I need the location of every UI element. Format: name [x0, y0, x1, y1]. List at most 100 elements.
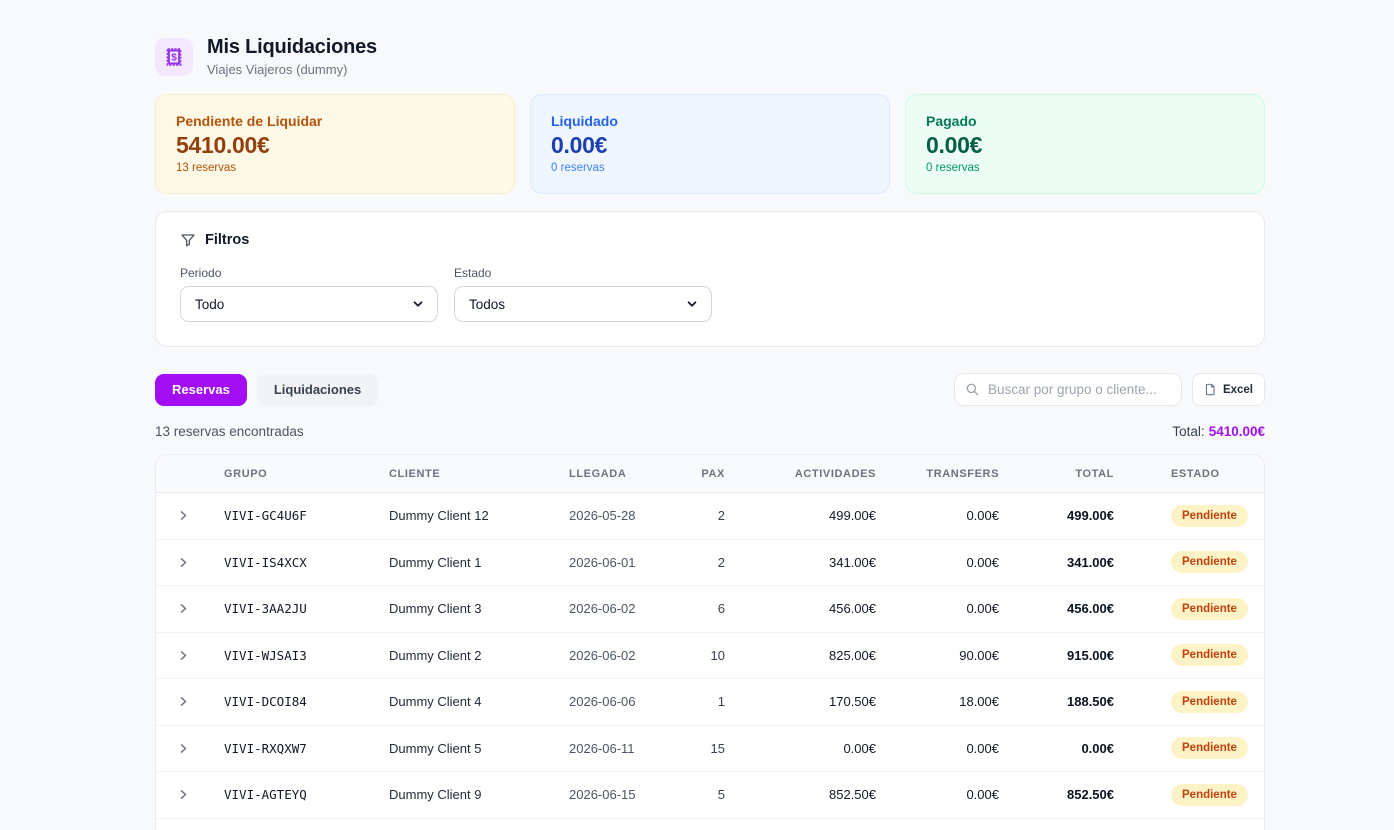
cliente-cell: Dummy Client 4 [389, 694, 569, 709]
grupo-cell: VIVI-GC4U6F [204, 508, 389, 523]
search-box[interactable] [954, 373, 1182, 406]
estado-cell: Pendiente [1114, 644, 1265, 666]
table-row[interactable]: VIVI-IS4XCX Dummy Client 1 2026-06-01 2 … [156, 540, 1264, 587]
expand-row-button[interactable] [170, 689, 196, 715]
filters-panel: Filtros Periodo Todo Estado Todos [155, 211, 1265, 347]
svg-text:$: $ [171, 52, 177, 63]
total-cell: 341.00€ [999, 555, 1114, 570]
expand-cell [156, 642, 204, 668]
expand-cell [156, 549, 204, 575]
pax-cell: 2 [679, 508, 725, 523]
cliente-cell: Dummy Client 2 [389, 648, 569, 663]
chevron-down-icon [685, 297, 699, 311]
results-count: 13 reservas encontradas [155, 424, 304, 439]
llegada-cell: 2026-05-28 [569, 508, 679, 523]
cliente-cell: Dummy Client 9 [389, 787, 569, 802]
status-badge: Pendiente [1171, 784, 1248, 806]
search-input[interactable] [988, 382, 1171, 397]
expand-row-button[interactable] [170, 596, 196, 622]
periodo-filter-group: Periodo Todo [180, 266, 438, 322]
card-liquidado-value: 0.00€ [551, 132, 869, 159]
actividades-cell: 341.00€ [725, 555, 876, 570]
total-cell: 852.50€ [999, 787, 1114, 802]
total-cell: 188.50€ [999, 694, 1114, 709]
total-cell: 456.00€ [999, 601, 1114, 616]
llegada-cell: 2026-06-11 [569, 741, 679, 756]
transfers-cell: 0.00€ [876, 601, 999, 616]
filters-title: Filtros [205, 232, 249, 248]
table-row[interactable]: VIVI-AGTEYQ Dummy Client 9 2026-06-15 5 … [156, 772, 1264, 819]
llegada-cell: 2026-06-02 [569, 601, 679, 616]
periodo-select-value: Todo [195, 297, 224, 312]
estado-select[interactable]: Todos [454, 286, 712, 322]
grupo-cell: VIVI-RXQXW7 [204, 741, 389, 756]
card-liquidado: Liquidado 0.00€ 0 reservas [530, 94, 890, 194]
column-header-actividades: ACTIVIDADES [725, 468, 876, 480]
card-pendiente-label: Pendiente de Liquidar [176, 113, 494, 129]
periodo-select[interactable]: Todo [180, 286, 438, 322]
total-value: 5410.00€ [1209, 424, 1265, 439]
chevron-down-icon [411, 297, 425, 311]
expand-row-button[interactable] [170, 549, 196, 575]
table-row[interactable]: VIVI-GC4U6F Dummy Client 12 2026-05-28 2… [156, 493, 1264, 540]
grupo-cell: VIVI-IS4XCX [204, 555, 389, 570]
actividades-cell: 456.00€ [725, 601, 876, 616]
llegada-cell: 2026-06-01 [569, 555, 679, 570]
expand-cell [156, 735, 204, 761]
tab-liquidaciones[interactable]: Liquidaciones [257, 374, 378, 406]
estado-cell: Pendiente [1114, 691, 1265, 713]
total-cell: 499.00€ [999, 508, 1114, 523]
transfers-cell: 0.00€ [876, 508, 999, 523]
funnel-icon [180, 232, 196, 248]
pax-cell: 6 [679, 601, 725, 616]
summary-cards: Pendiente de Liquidar 5410.00€ 13 reserv… [155, 94, 1265, 194]
card-pagado-label: Pagado [926, 113, 1244, 129]
column-header-pax: PAX [679, 468, 725, 480]
column-header-total: TOTAL [999, 468, 1114, 480]
estado-cell: Pendiente [1114, 551, 1265, 573]
toolbar: Reservas Liquidaciones [155, 373, 1265, 406]
cliente-cell: Dummy Client 3 [389, 601, 569, 616]
estado-filter-group: Estado Todos [454, 266, 712, 322]
status-badge: Pendiente [1171, 737, 1248, 759]
transfers-cell: 90.00€ [876, 648, 999, 663]
excel-export-button[interactable]: Excel [1192, 373, 1265, 406]
expand-row-button[interactable] [170, 735, 196, 761]
file-icon [1204, 383, 1217, 396]
search-icon [965, 382, 980, 397]
filters-grid: Periodo Todo Estado Todos [180, 266, 1240, 322]
expand-row-button[interactable] [170, 503, 196, 529]
estado-cell: Pendiente [1114, 784, 1265, 806]
status-badge: Pendiente [1171, 505, 1248, 527]
card-pendiente-value: 5410.00€ [176, 132, 494, 159]
filters-header: Filtros [180, 232, 1240, 248]
status-badge: Pendiente [1171, 691, 1248, 713]
column-header-transfers: TRANSFERS [876, 468, 999, 480]
expand-row-button[interactable] [170, 782, 196, 808]
card-pagado-sub: 0 reservas [926, 162, 1244, 174]
pax-cell: 5 [679, 787, 725, 802]
actividades-cell: 852.50€ [725, 787, 876, 802]
status-badge: Pendiente [1171, 644, 1248, 666]
estado-cell: Pendiente [1114, 598, 1265, 620]
total-cell: 0.00€ [999, 741, 1114, 756]
actividades-cell: 825.00€ [725, 648, 876, 663]
pax-cell: 1 [679, 694, 725, 709]
table-row[interactable]: VIVI-DCOI84 Dummy Client 4 2026-06-06 1 … [156, 679, 1264, 726]
status-badge: Pendiente [1171, 551, 1248, 573]
expand-row-button[interactable] [170, 642, 196, 668]
table-row[interactable]: VIVI-RXQXW7 Dummy Client 5 2026-06-11 15… [156, 726, 1264, 773]
total-cell: 915.00€ [999, 648, 1114, 663]
grupo-cell: VIVI-3AA2JU [204, 601, 389, 616]
column-header-grupo: GRUPO [204, 468, 389, 480]
tab-reservas[interactable]: Reservas [155, 374, 247, 406]
transfers-cell: 18.00€ [876, 694, 999, 709]
cliente-cell: Dummy Client 5 [389, 741, 569, 756]
page-subtitle: Viajes Viajeros (dummy) [207, 62, 377, 77]
grupo-cell: VIVI-DCOI84 [204, 694, 389, 709]
transfers-cell: 0.00€ [876, 787, 999, 802]
table-row[interactable]: VIVI-3AA2JU Dummy Client 3 2026-06-02 6 … [156, 586, 1264, 633]
table-row[interactable]: VIVI-WJSAI3 Dummy Client 2 2026-06-02 10… [156, 633, 1264, 680]
actividades-cell: 499.00€ [725, 508, 876, 523]
table-row[interactable]: VIVI-AUEQMM Dummy Client 13 2026-06-16 2… [156, 819, 1264, 830]
